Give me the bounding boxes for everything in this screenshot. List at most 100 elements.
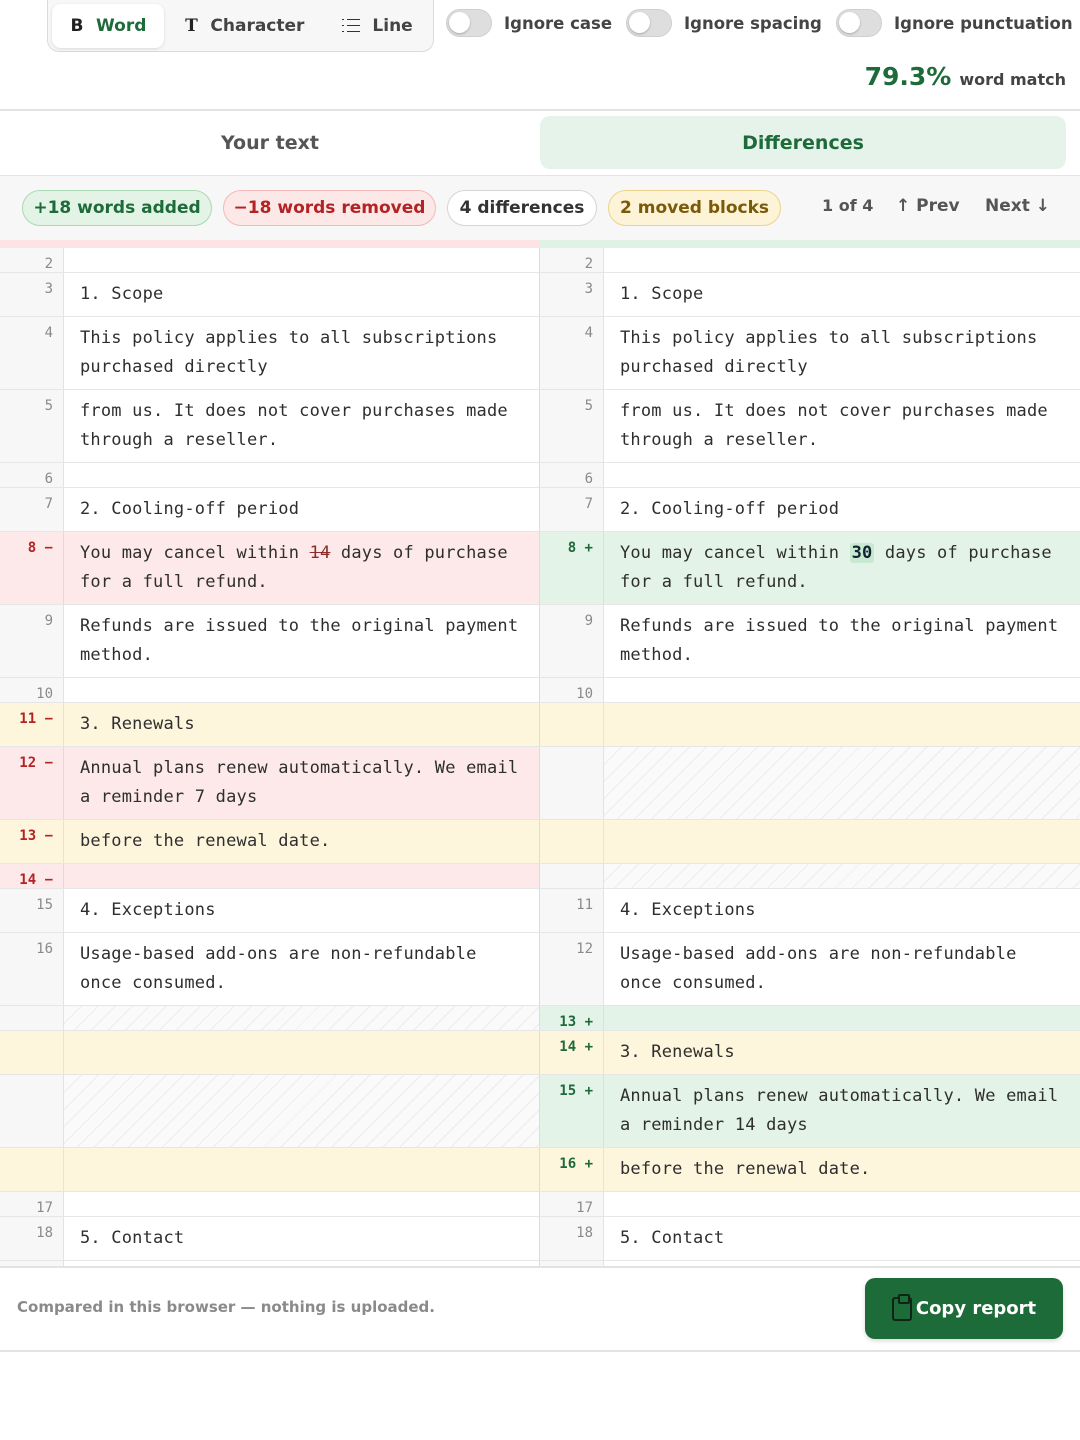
- right-pane-line: 17: [540, 1192, 1080, 1216]
- line-number: 2: [540, 248, 604, 272]
- mode-word-button[interactable]: B Word: [52, 3, 165, 48]
- ignore-case-toggle[interactable]: Ignore case: [446, 9, 612, 37]
- line-text: [604, 1006, 1080, 1030]
- difference-position: 1 of 4: [822, 196, 874, 215]
- right-pane-line: 9 Refunds are issued to the original paym…: [540, 605, 1080, 677]
- line-number: 14 −: [0, 864, 64, 888]
- right-pane-line: 16 + before the renewal date.: [540, 1148, 1080, 1191]
- left-pane-line: 7 2. Cooling-off period: [0, 488, 540, 531]
- line-number: 3: [0, 273, 64, 316]
- ignore-case-switch[interactable]: [446, 9, 492, 37]
- line-text: 4. Exceptions: [80, 900, 216, 920]
- line-text: [64, 463, 539, 487]
- ignore-spacing-switch[interactable]: [626, 9, 672, 37]
- diff-summary-bar: +18 words added −18 words removed 4 diff…: [0, 176, 1080, 240]
- line-text: This policy applies to all subscriptions…: [80, 328, 508, 377]
- line-text: 1. Scope: [80, 284, 164, 304]
- copy-report-label: Copy report: [915, 1298, 1037, 1319]
- line-text: 1. Scope: [620, 284, 704, 304]
- right-pane-line: [540, 864, 1080, 888]
- right-pane-line: 18 5. Contact: [540, 1217, 1080, 1260]
- line-number: 13 +: [540, 1006, 604, 1030]
- line-number: 4: [0, 317, 64, 389]
- diff-row: 10 10: [0, 678, 1080, 703]
- line-text: 2. Cooling-off period: [620, 499, 840, 519]
- ignore-spacing-toggle[interactable]: Ignore spacing: [626, 9, 822, 37]
- diff-row: 5 from us. It does not cover purchases ma…: [0, 390, 1080, 463]
- line-text: [64, 1192, 539, 1216]
- line-number: [540, 864, 604, 888]
- line-number: 15 +: [540, 1075, 604, 1147]
- line-number: 17: [0, 1192, 64, 1216]
- line-number: 5: [540, 390, 604, 462]
- line-number: 18: [540, 1217, 604, 1260]
- divider: [0, 109, 1080, 111]
- right-pane-line: 8 + You may cancel within 30 days of purc…: [540, 532, 1080, 604]
- line-text: [64, 678, 539, 702]
- match-percent: 79.3%: [864, 62, 952, 91]
- diff-row: 9 Refunds are issued to the original paym…: [0, 605, 1080, 678]
- left-pane-line: 18 5. Contact: [0, 1217, 540, 1260]
- line-number: 3: [540, 273, 604, 316]
- line-text: 3. Renewals: [64, 703, 539, 746]
- line-number: 12 −: [0, 747, 64, 819]
- left-pane-line: 15 4. Exceptions: [0, 889, 540, 932]
- tab-your-text[interactable]: Your text: [0, 116, 540, 169]
- line-number: [0, 1006, 64, 1030]
- diff-row: 15 4. Exceptions 11 4. Exceptions: [0, 889, 1080, 933]
- line-number: 13 −: [0, 820, 64, 863]
- line-text: [604, 820, 1080, 863]
- line-text: [604, 703, 1080, 746]
- line-number: 17: [540, 1192, 604, 1216]
- left-pane-line: 8 − You may cancel within 14 days of purc…: [0, 532, 540, 604]
- copy-report-button[interactable]: Copy report: [865, 1278, 1063, 1339]
- line-text: Refunds are issued to the original payme…: [80, 616, 529, 665]
- mode-character-button[interactable]: T Character: [166, 4, 322, 48]
- left-pane-line: 10: [0, 678, 540, 702]
- line-text: [64, 1006, 539, 1030]
- left-pane-line: [0, 1075, 540, 1147]
- line-number: [540, 820, 604, 863]
- prev-difference-button[interactable]: ↑ Prev: [896, 196, 960, 216]
- diff-row: 16 Usage-based add-ons are non-refundable…: [0, 933, 1080, 1006]
- left-pane-line: 12 − Annual plans renew automatically. We…: [0, 747, 540, 819]
- deleted-word: 14: [309, 543, 331, 563]
- diff-row: 12 − Annual plans renew automatically. We…: [0, 747, 1080, 820]
- diff-rows: 2 2 3 1. Scope 3 1. Scope 4 This policy applies…: [0, 248, 1080, 1266]
- line-number: 10: [540, 678, 604, 702]
- ignore-punctuation-switch[interactable]: [836, 9, 882, 37]
- diff-row: 13 − before the renewal date.: [0, 820, 1080, 864]
- line-number: 14 +: [540, 1031, 604, 1074]
- line-number: [0, 1031, 64, 1074]
- next-difference-button[interactable]: Next ↓: [985, 196, 1050, 216]
- diff-top-edge: [0, 240, 1080, 248]
- left-pane-line: 9 Refunds are issued to the original paym…: [0, 605, 540, 677]
- ignore-spacing-label: Ignore spacing: [684, 13, 822, 33]
- mode-line-button[interactable]: Line: [324, 4, 430, 48]
- line-text: [604, 463, 1080, 487]
- line-text: This policy applies to all subscriptions…: [620, 328, 1048, 377]
- words-added-badge: +18 words added: [22, 190, 212, 226]
- tab-differences[interactable]: Differences: [540, 116, 1066, 169]
- line-text: 4. Exceptions: [620, 900, 756, 920]
- line-number: 16 +: [540, 1148, 604, 1191]
- right-pane-line: 5 from us. It does not cover purchases ma…: [540, 390, 1080, 462]
- ignore-punctuation-toggle[interactable]: Ignore punctuation: [836, 9, 1073, 37]
- line-number: 6: [0, 463, 64, 487]
- mode-line-label: Line: [372, 15, 413, 36]
- right-pane-line: 15 + Annual plans renew automatically. We…: [540, 1075, 1080, 1147]
- left-pane-line: [0, 1006, 540, 1030]
- right-pane-line: [540, 703, 1080, 746]
- line-number: 6: [540, 463, 604, 487]
- line-text: [604, 248, 1080, 272]
- line-number: 8 +: [540, 532, 604, 604]
- right-pane-line: 12 Usage-based add-ons are non-refundable…: [540, 933, 1080, 1005]
- mode-character-label: Character: [210, 15, 305, 36]
- line-text: [64, 864, 539, 888]
- line-text: [604, 864, 1080, 888]
- line-text: [64, 248, 539, 272]
- line-number: [0, 1075, 64, 1147]
- line-number: 12: [540, 933, 604, 1005]
- left-pane-line: 17: [0, 1192, 540, 1216]
- diff-top-edge-left: [0, 240, 540, 248]
